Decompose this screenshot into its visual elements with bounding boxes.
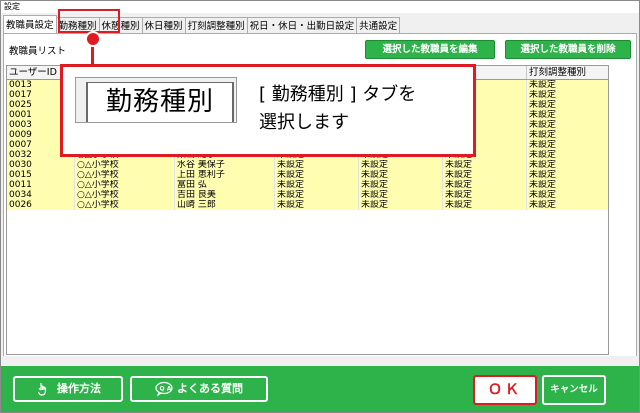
staff-list-label: 教職員リスト xyxy=(9,46,67,57)
table-cell-c5: 未設定 xyxy=(443,180,527,190)
tab-common-settings[interactable]: 共通設定 xyxy=(356,17,401,34)
table-row[interactable]: 0026 ○△小学校 山崎 三郎 未設定 未設定 未設定 未設定 xyxy=(7,200,608,210)
table-cell-c5: 未設定 xyxy=(443,160,527,170)
table-cell-c6: 未設定 xyxy=(527,190,608,200)
table-cell-c4: 未設定 xyxy=(359,180,443,190)
tab-punch-adjust-type[interactable]: 打刻調整種別 xyxy=(184,17,248,34)
table-cell-c6: 未設定 xyxy=(527,100,608,110)
instruction-text: [ 勤務種別 ] タブを 選択します xyxy=(259,81,469,137)
tab-staff-settings[interactable]: 教職員設定 xyxy=(3,15,57,34)
table-row[interactable]: 0030 ○△小学校 水谷 美保子 未設定 未設定 未設定 未設定 xyxy=(7,160,608,170)
table-cell-name: 富田 弘 xyxy=(175,180,275,190)
zoomed-tab-preview: 勤務種別 xyxy=(75,77,237,123)
table-cell-c6: 未設定 xyxy=(527,80,608,90)
tab-holiday-type[interactable]: 休日種別 xyxy=(141,17,186,34)
table-cell-c6: 未設定 xyxy=(527,130,608,140)
delete-selected-button[interactable]: 選択した教職員を削除 xyxy=(505,40,631,59)
table-cell-c6: 未設定 xyxy=(527,160,608,170)
table-cell-school: ○△小学校 xyxy=(75,180,175,190)
settings-window: 設定 教職員設定 勤務種別 休憩種別 休日種別 打刻調整種別 祝日・休日・出勤日… xyxy=(0,0,640,413)
table-cell-name: 山崎 三郎 xyxy=(175,200,275,210)
table-cell-id: 0030 xyxy=(7,160,75,170)
table-cell-c6: 未設定 xyxy=(527,140,608,150)
table-cell-c5: 未設定 xyxy=(443,170,527,180)
table-cell-c5: 未設定 xyxy=(443,190,527,200)
cancel-button[interactable]: キャンセル xyxy=(542,375,606,405)
table-cell-c3: 未設定 xyxy=(275,170,359,180)
table-cell-id: 0015 xyxy=(7,170,75,180)
table-cell-c4: 未設定 xyxy=(359,200,443,210)
howto-button[interactable]: 操作方法 xyxy=(13,376,123,402)
howto-label: 操作方法 xyxy=(57,382,101,395)
question-bubble-icon: Q A xyxy=(155,381,173,397)
table-cell-c6: 未設定 xyxy=(527,170,608,180)
table-cell-school: ○△小学校 xyxy=(75,170,175,180)
table-cell-c6: 未設定 xyxy=(527,90,608,100)
faq-label: よくある質問 xyxy=(177,382,243,395)
table-cell-c6: 未設定 xyxy=(527,200,608,210)
instruction-line-1: [ 勤務種別 ] タブを xyxy=(259,84,417,105)
table-cell-name: 上田 恵利子 xyxy=(175,170,275,180)
table-cell-c3: 未設定 xyxy=(275,200,359,210)
zoomed-tab-label: 勤務種別 xyxy=(86,82,234,122)
table-row[interactable]: 0011 ○△小学校 富田 弘未設定 未設定 未設定 未設定 xyxy=(7,180,608,190)
table-cell-c6: 未設定 xyxy=(527,110,608,120)
table-cell-id: 0011 xyxy=(7,180,75,190)
table-cell-c4: 未設定 xyxy=(359,160,443,170)
callout-pointer-line xyxy=(91,45,94,65)
instruction-callout: 勤務種別 [ 勤務種別 ] タブを 選択します xyxy=(60,64,476,157)
table-cell-c3: 未設定 xyxy=(275,160,359,170)
table-cell-c6: 未設定 xyxy=(527,120,608,130)
table-cell-c4: 未設定 xyxy=(359,170,443,180)
table-cell-c3: 未設定 xyxy=(275,190,359,200)
table-cell-c6: 未設定 xyxy=(527,180,608,190)
svg-text:Q A: Q A xyxy=(160,386,172,393)
tab-highlight-frame xyxy=(58,9,120,33)
column-header-punch-adjust[interactable]: 打刻調整種別 xyxy=(527,66,608,79)
table-cell-c6: 未設定 xyxy=(527,150,608,160)
hand-pointer-icon xyxy=(35,381,51,397)
ok-button[interactable]: ＯＫ xyxy=(473,375,537,405)
table-cell-c4: 未設定 xyxy=(359,190,443,200)
table-cell-id: 0026 xyxy=(7,200,75,210)
table-row[interactable]: 0034 ○△小学校 吉田 良美 未設定 未設定 未設定 未設定 xyxy=(7,190,608,200)
table-cell-name: 水谷 美保子 xyxy=(175,160,275,170)
callout-pointer-dot xyxy=(85,31,101,47)
table-cell-school: ○△小学校 xyxy=(75,190,175,200)
table-row[interactable]: 0015 ○△小学校 上田 恵利子 未設定 未設定 未設定 未設定 xyxy=(7,170,608,180)
table-cell-name: 吉田 良美 xyxy=(175,190,275,200)
table-cell-c3: 未設定 xyxy=(275,180,359,190)
faq-button[interactable]: Q A よくある質問 xyxy=(130,376,268,402)
table-cell-c5: 未設定 xyxy=(443,200,527,210)
table-cell-school: ○△小学校 xyxy=(75,160,175,170)
table-cell-id: 0034 xyxy=(7,190,75,200)
instruction-line-2: 選択します xyxy=(259,112,349,133)
tab-calendar-settings[interactable]: 祝日・休日・出勤日設定 xyxy=(246,17,358,34)
table-cell-school: ○△小学校 xyxy=(75,200,175,210)
edit-selected-button[interactable]: 選択した教職員を編集 xyxy=(365,40,495,59)
